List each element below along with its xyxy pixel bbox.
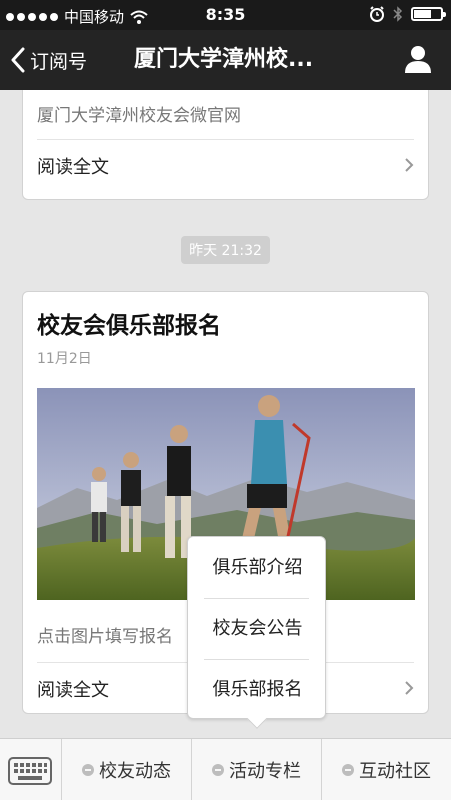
menu-tab-label: 活动专栏 <box>229 761 301 782</box>
back-label: 订阅号 <box>30 50 88 73</box>
read-more-row[interactable]: 阅读全文 <box>23 141 428 191</box>
menu-item-alumni-notice[interactable]: 校友会公告 <box>188 599 327 659</box>
menu-icon <box>212 764 224 776</box>
article-title: 校友会俱乐部报名 <box>37 313 221 339</box>
menu-tab-alumni-news[interactable]: 校友动态 <box>62 739 192 800</box>
menu-icon <box>82 764 94 776</box>
chevron-right-icon <box>405 681 414 695</box>
menu-tab-community[interactable]: 互动社区 <box>322 739 451 800</box>
bottom-menu-bar: 校友动态 活动专栏 互动社区 <box>0 738 451 800</box>
article-summary: 厦门大学漳州校友会微官网 <box>37 106 241 126</box>
back-button[interactable]: 订阅号 <box>10 30 87 90</box>
divider <box>37 139 414 140</box>
article-date: 11月2日 <box>37 351 92 367</box>
nav-bar: 订阅号 厦门大学漳州校... <box>0 30 451 90</box>
status-bar: 中国移动 8:35 <box>0 0 451 30</box>
article-card[interactable]: 厦门大学漳州校友会微官网 阅读全文 <box>22 90 429 200</box>
status-right <box>369 6 446 22</box>
bluetooth-icon <box>393 6 403 22</box>
battery-icon <box>411 7 446 21</box>
read-more-label: 阅读全文 <box>37 157 109 178</box>
timestamp-label: 昨天 21:32 <box>181 236 270 264</box>
chevron-right-icon <box>405 158 414 172</box>
menu-item-club-intro[interactable]: 俱乐部介绍 <box>188 538 327 598</box>
menu-tab-activities[interactable]: 活动专栏 <box>192 739 322 800</box>
menu-tab-label: 校友动态 <box>99 761 171 782</box>
message-timestamp: 昨天 21:32 <box>0 236 451 264</box>
chevron-left-icon <box>11 47 25 73</box>
keyboard-icon <box>8 757 52 785</box>
alarm-icon <box>370 6 384 22</box>
menu-icon <box>342 764 354 776</box>
menu-tab-label: 互动社区 <box>359 761 431 782</box>
page-title: 厦门大学漳州校... <box>134 47 314 72</box>
article-summary: 点击图片填写报名 <box>37 627 173 647</box>
submenu-popup: 俱乐部介绍 校友会公告 俱乐部报名 <box>187 536 327 729</box>
keyboard-toggle-button[interactable] <box>0 739 62 800</box>
profile-icon[interactable] <box>403 44 433 74</box>
read-more-label: 阅读全文 <box>37 680 109 701</box>
